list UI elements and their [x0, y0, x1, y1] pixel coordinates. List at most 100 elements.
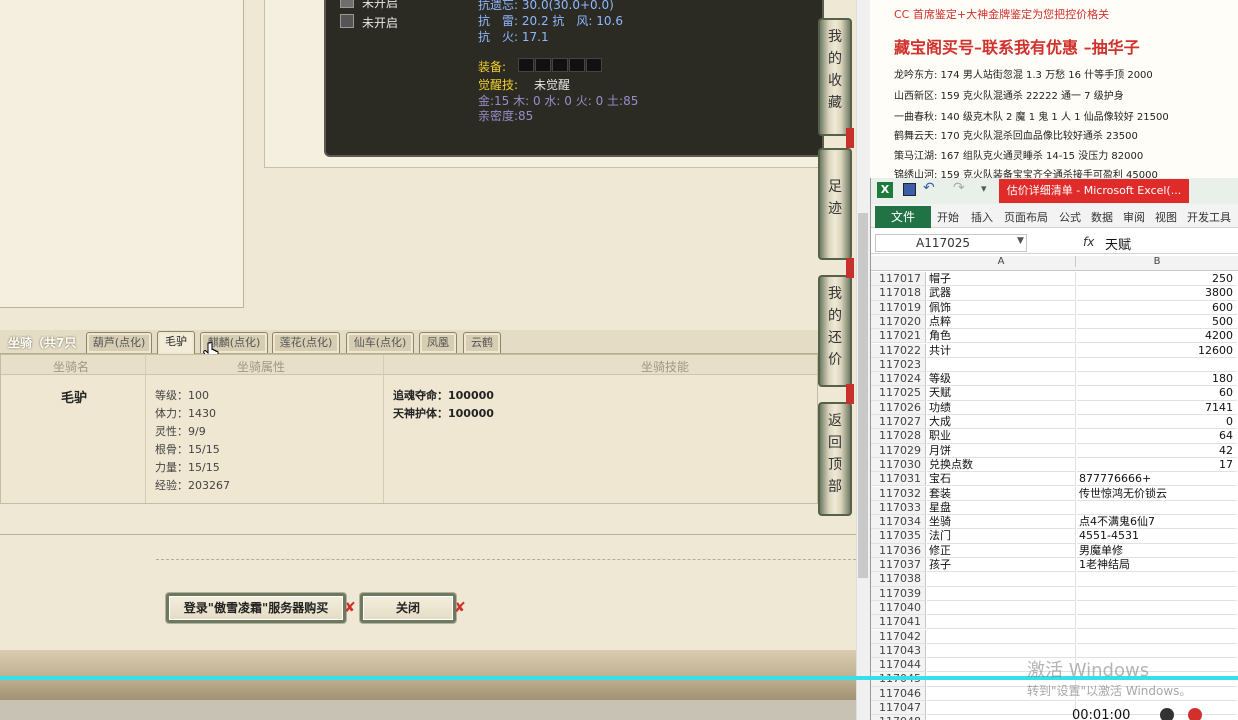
row-number[interactable]: 117039: [871, 586, 926, 601]
row-number[interactable]: 117033: [871, 500, 926, 516]
back-to-top-button[interactable]: 返回顶部: [818, 402, 852, 516]
cell-b[interactable]: 1老神结局: [1077, 558, 1237, 573]
cell-a[interactable]: [927, 615, 1076, 630]
formula-input[interactable]: 天赋: [1105, 234, 1131, 253]
row-number[interactable]: 117035: [871, 529, 926, 544]
cell-b[interactable]: 4551-4531: [1077, 529, 1237, 544]
row-number[interactable]: 117044: [871, 658, 926, 673]
cell-a[interactable]: 修正: [927, 543, 1076, 558]
cell-a[interactable]: [927, 629, 1076, 644]
tab-developer[interactable]: 开发工具: [1187, 209, 1231, 225]
my-bargains-button[interactable]: 我的还价: [818, 275, 852, 387]
row-number[interactable]: 117021: [871, 329, 926, 344]
cell-b[interactable]: 42: [1077, 444, 1237, 458]
cell-b[interactable]: 4200: [1077, 329, 1237, 344]
row-number[interactable]: 117027: [871, 415, 926, 430]
cell-a[interactable]: 套装: [927, 486, 1076, 501]
cell-b[interactable]: [1077, 572, 1237, 587]
row-number[interactable]: 117028: [871, 429, 926, 444]
row-number[interactable]: 117020: [871, 314, 926, 330]
stop-icon[interactable]: [1188, 708, 1202, 720]
tab-formulas[interactable]: 公式: [1059, 209, 1081, 225]
cell-a[interactable]: [927, 715, 1076, 720]
row-number[interactable]: 117029: [871, 443, 926, 458]
cell-a[interactable]: 大成: [927, 415, 1076, 430]
cell-b[interactable]: [1077, 615, 1237, 630]
cell-a[interactable]: 佩饰: [927, 300, 1076, 315]
cell-a[interactable]: 宝石: [927, 472, 1076, 487]
tab-mount-lotus[interactable]: 莲花(点化): [272, 332, 340, 353]
cell-b[interactable]: [1077, 630, 1237, 644]
row-number[interactable]: 117026: [871, 400, 926, 415]
my-favorites-button[interactable]: 我的收藏: [818, 18, 852, 136]
row-number[interactable]: 117038: [871, 572, 926, 587]
cell-b[interactable]: 男魔单修: [1077, 544, 1237, 558]
cell-b[interactable]: 点4不满鬼6仙7: [1077, 515, 1237, 530]
row-number[interactable]: 117022: [871, 343, 926, 358]
row-number[interactable]: 117023: [871, 357, 926, 373]
cell-b[interactable]: 0: [1077, 415, 1237, 430]
tab-view[interactable]: 视图: [1155, 209, 1177, 225]
row-number[interactable]: 117024: [871, 372, 926, 387]
row-number[interactable]: 117019: [871, 300, 926, 315]
row-number[interactable]: 117036: [871, 543, 926, 558]
page-scrollbar-horizontal[interactable]: [0, 700, 856, 720]
cell-a[interactable]: 月饼: [927, 443, 1076, 458]
cell-a[interactable]: 坐骑: [927, 515, 1076, 530]
name-box-dropdown-icon[interactable]: ▼: [1017, 236, 1024, 246]
cell-a[interactable]: [927, 586, 1076, 601]
row-number[interactable]: 117041: [871, 615, 926, 630]
cell-b[interactable]: 7141: [1077, 401, 1237, 415]
row-number[interactable]: 117047: [871, 701, 926, 716]
row-number[interactable]: 117031: [871, 472, 926, 487]
cell-b[interactable]: [1077, 501, 1237, 516]
cell-a[interactable]: 法门: [927, 529, 1076, 544]
cell-b[interactable]: 17: [1077, 458, 1237, 473]
row-number[interactable]: 117046: [871, 686, 926, 701]
scrollbar-thumb[interactable]: [858, 213, 868, 578]
cell-b[interactable]: 3800: [1077, 286, 1237, 301]
cell-a[interactable]: 星盘: [927, 500, 1076, 516]
cell-a[interactable]: 共计: [927, 343, 1076, 358]
tab-mount-phoenix[interactable]: 凤凰: [419, 332, 457, 353]
cell-a[interactable]: [927, 600, 1076, 616]
cell-a[interactable]: 孩子: [927, 558, 1076, 573]
row-number[interactable]: 117030: [871, 457, 926, 473]
cell-a[interactable]: [927, 357, 1076, 373]
quick-access-dropdown-icon[interactable]: ▾: [981, 182, 987, 195]
function-icon[interactable]: fx: [1083, 235, 1094, 249]
tab-mount-cart[interactable]: 仙车(点化): [346, 332, 414, 353]
cell-b[interactable]: 877776666+: [1077, 472, 1237, 487]
row-number[interactable]: 117043: [871, 643, 926, 659]
tab-mount-crane[interactable]: 云鹤: [463, 332, 501, 353]
tab-mount-gourd[interactable]: 葫芦(点化): [86, 332, 152, 353]
cell-a[interactable]: 职业: [927, 429, 1076, 444]
sheet-grid[interactable]: 117017 帽子 250 117018 武器 3800 117019 佩饰 600 117020…: [871, 272, 1238, 720]
tab-page-layout[interactable]: 页面布局: [1004, 209, 1048, 225]
tab-file[interactable]: 文件: [875, 206, 931, 228]
cell-a[interactable]: 等级: [927, 372, 1076, 387]
tab-insert[interactable]: 插入: [971, 209, 993, 225]
cell-a[interactable]: 功绩: [927, 400, 1076, 415]
cell-b[interactable]: [1077, 601, 1237, 616]
cell-b[interactable]: 12600: [1077, 344, 1237, 358]
cell-b[interactable]: 500: [1077, 315, 1237, 330]
row-number[interactable]: 117025: [871, 386, 926, 401]
column-header-b[interactable]: B: [1077, 256, 1237, 267]
cell-a[interactable]: [927, 572, 1076, 587]
row-number[interactable]: 117042: [871, 629, 926, 644]
row-number[interactable]: 117018: [871, 286, 926, 301]
tab-home[interactable]: 开始: [937, 209, 959, 225]
cell-b[interactable]: [1077, 358, 1237, 373]
cell-b[interactable]: 60: [1077, 386, 1237, 401]
tab-data[interactable]: 数据: [1091, 209, 1113, 225]
name-box[interactable]: A117025: [875, 234, 1027, 252]
tab-review[interactable]: 审阅: [1123, 209, 1145, 225]
footprints-button[interactable]: 足迹: [818, 148, 852, 260]
close-button[interactable]: 关闭: [360, 593, 456, 623]
login-buy-button[interactable]: 登录"傲雪凌霜"服务器购买: [166, 593, 346, 623]
pause-icon[interactable]: [1160, 708, 1174, 720]
row-number[interactable]: 117034: [871, 515, 926, 530]
redo-icon[interactable]: ↷: [953, 180, 965, 196]
cell-a[interactable]: 点粹: [927, 314, 1076, 330]
